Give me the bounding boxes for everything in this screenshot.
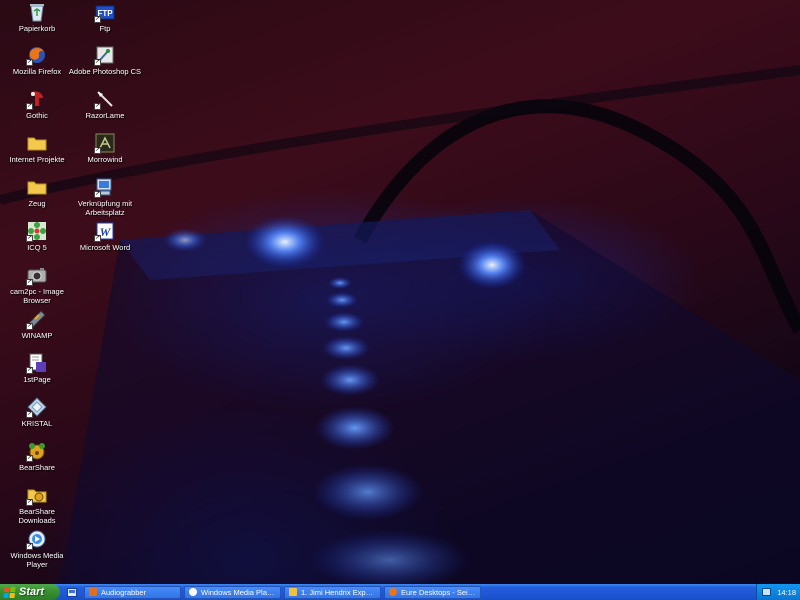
shortcut-arrow-icon: ↗ bbox=[94, 191, 101, 198]
desktop-icon-winamp[interactable]: ↗ WINAMP bbox=[0, 309, 74, 340]
taskbar: Start Audiograbber Windows Media Player … bbox=[0, 584, 800, 600]
recycle-bin-icon bbox=[27, 2, 47, 22]
shortcut-arrow-icon: ↗ bbox=[26, 279, 33, 286]
desktop-icon-internet-projekte[interactable]: Internet Projekte bbox=[0, 133, 74, 164]
gothic-game-icon: ↗ bbox=[26, 89, 47, 110]
start-button[interactable]: Start bbox=[0, 584, 60, 600]
shortcut-arrow-icon: ↗ bbox=[94, 16, 101, 23]
taskbar-button-playlist[interactable]: 1. Jimi Hendrix Experi... bbox=[284, 585, 381, 599]
shortcut-arrow-icon: ↗ bbox=[94, 235, 101, 242]
desktop-icon-razorlame[interactable]: ↗ RazorLame bbox=[68, 89, 142, 120]
taskbar-button-label: Eure Desktops - Seite... bbox=[401, 587, 476, 597]
shortcut-arrow-icon: ↗ bbox=[26, 411, 33, 418]
desktop-icon-label: 1stPage bbox=[23, 375, 51, 384]
desktop-icon-icq[interactable]: ↗ ICQ 5 bbox=[0, 221, 74, 252]
desktop-icon-label: Ftp bbox=[99, 24, 111, 33]
desktop-icon-kristal[interactable]: ↗ KRISTAL bbox=[0, 397, 74, 428]
word-icon: W ↗ bbox=[94, 221, 115, 242]
taskbar-button-label: 1. Jimi Hendrix Experi... bbox=[301, 587, 376, 597]
morrowind-icon: ↗ bbox=[94, 133, 115, 154]
bearshare-folder-icon: ↗ bbox=[26, 485, 47, 506]
desktop-icon-adobe-photoshop[interactable]: ↗ Adobe Photoshop CS bbox=[68, 45, 142, 76]
folder-icon bbox=[27, 133, 47, 153]
bearshare-icon: ↗ bbox=[26, 441, 47, 462]
shortcut-arrow-icon: ↗ bbox=[26, 499, 33, 506]
photoshop-icon: ↗ bbox=[94, 45, 115, 66]
shortcut-arrow-icon: ↗ bbox=[94, 103, 101, 110]
shortcut-arrow-icon: ↗ bbox=[94, 59, 101, 66]
desktop-icon-windows-media-player[interactable]: ↗ Windows Media Player bbox=[0, 529, 74, 569]
desktop-icon-label: BearShare Downloads bbox=[18, 507, 56, 525]
desktop-icon-zeug[interactable]: Zeug bbox=[0, 177, 74, 208]
wallpaper-router-lights bbox=[0, 65, 800, 584]
system-tray: 14:18 bbox=[756, 584, 800, 600]
audiograbber-icon bbox=[89, 588, 97, 596]
taskbar-button-windows-media-player[interactable]: Windows Media Player bbox=[184, 585, 281, 599]
desktop-icon-1stpage[interactable]: ↗ 1stPage bbox=[0, 353, 74, 384]
desktop-icon-ftp[interactable]: FTP ↗ Ftp bbox=[68, 2, 142, 33]
shortcut-arrow-icon: ↗ bbox=[26, 455, 33, 462]
desktop-wallpaper bbox=[0, 0, 800, 584]
svg-text:W: W bbox=[100, 225, 112, 239]
taskbar-button-audiograbber[interactable]: Audiograbber bbox=[84, 585, 181, 599]
desktop-icon-label: ICQ 5 bbox=[27, 243, 47, 252]
playlist-icon bbox=[289, 588, 297, 596]
shortcut-arrow-icon: ↗ bbox=[26, 543, 33, 550]
desktop-icon-label: WINAMP bbox=[21, 331, 53, 340]
desktop-icon-label: Papierkorb bbox=[18, 24, 56, 33]
desktop-icon-bearshare[interactable]: ↗ BearShare bbox=[0, 441, 74, 472]
desktop-icon-label: KRISTAL bbox=[21, 419, 53, 428]
desktop-icon-label: Microsoft Word bbox=[79, 243, 131, 252]
kristal-audio-icon: ↗ bbox=[26, 397, 47, 418]
my-computer-icon: ↗ bbox=[94, 177, 115, 198]
shortcut-arrow-icon: ↗ bbox=[26, 367, 33, 374]
desktop-icon-arbeitsplatz[interactable]: ↗ Verknüpfung mit Arbeitsplatz bbox=[68, 177, 142, 217]
folder-icon bbox=[27, 177, 47, 197]
shortcut-arrow-icon: ↗ bbox=[26, 323, 33, 330]
html-editor-icon: ↗ bbox=[26, 353, 47, 374]
start-label: Start bbox=[19, 586, 45, 598]
firefox-icon bbox=[389, 588, 397, 596]
desktop-icon-label: cam2pc - Image Browser bbox=[10, 287, 64, 305]
desktop-icon-label: Zeug bbox=[28, 199, 46, 208]
icq-flower-icon: ↗ bbox=[26, 221, 47, 242]
desktop-icon-recycle-bin[interactable]: Papierkorb bbox=[0, 2, 74, 33]
show-desktop-icon[interactable] bbox=[67, 587, 77, 597]
razorlame-icon: ↗ bbox=[94, 89, 115, 110]
firefox-icon: ↗ bbox=[26, 45, 47, 66]
media-player-icon bbox=[189, 588, 197, 596]
desktop-icon-label: Mozilla Firefox bbox=[12, 67, 62, 76]
media-player-icon: ↗ bbox=[26, 529, 47, 550]
taskbar-button-firefox[interactable]: Eure Desktops - Seite... bbox=[384, 585, 481, 599]
clock[interactable]: 14:18 bbox=[777, 588, 796, 597]
desktop-icon-label: RazorLame bbox=[85, 111, 125, 120]
desktop-icon-mozilla-firefox[interactable]: ↗ Mozilla Firefox bbox=[0, 45, 74, 76]
desktop-icon-microsoft-word[interactable]: W ↗ Microsoft Word bbox=[68, 221, 142, 252]
windows-logo-icon bbox=[3, 586, 16, 598]
shortcut-arrow-icon: ↗ bbox=[26, 103, 33, 110]
quick-launch bbox=[60, 584, 84, 600]
desktop-icon-gothic[interactable]: ↗ Gothic bbox=[0, 89, 74, 120]
desktop-icon-label: Internet Projekte bbox=[9, 155, 65, 164]
shortcut-arrow-icon: ↗ bbox=[26, 235, 33, 242]
desktop-icon-label: Morrowind bbox=[87, 155, 123, 164]
desktop-icon-label: BearShare bbox=[19, 463, 55, 472]
desktop-icon-label: Verknüpfung mit Arbeitsplatz bbox=[77, 199, 133, 217]
winamp-icon: ↗ bbox=[26, 309, 47, 330]
desktop-icon-label: Windows Media Player bbox=[10, 551, 64, 569]
camera-icon: ↗ bbox=[26, 265, 47, 286]
taskbar-button-label: Windows Media Player bbox=[201, 587, 276, 597]
desktop-icon-cam2pc[interactable]: ↗ cam2pc - Image Browser bbox=[0, 265, 74, 305]
shortcut-arrow-icon: ↗ bbox=[26, 59, 33, 66]
shortcut-arrow-icon: ↗ bbox=[94, 147, 101, 154]
desktop-icon-morrowind[interactable]: ↗ Morrowind bbox=[68, 133, 142, 164]
taskbar-buttons: Audiograbber Windows Media Player 1. Jim… bbox=[84, 584, 484, 600]
desktop-icon-label: Gothic bbox=[26, 111, 48, 120]
taskbar-button-label: Audiograbber bbox=[101, 587, 147, 597]
ftp-icon: FTP ↗ bbox=[94, 2, 115, 23]
tray-app-icon[interactable] bbox=[762, 588, 772, 596]
desktop-icon-bearshare-downloads[interactable]: ↗ BearShare Downloads bbox=[0, 485, 74, 525]
desktop-icon-label: Adobe Photoshop CS bbox=[68, 67, 142, 76]
